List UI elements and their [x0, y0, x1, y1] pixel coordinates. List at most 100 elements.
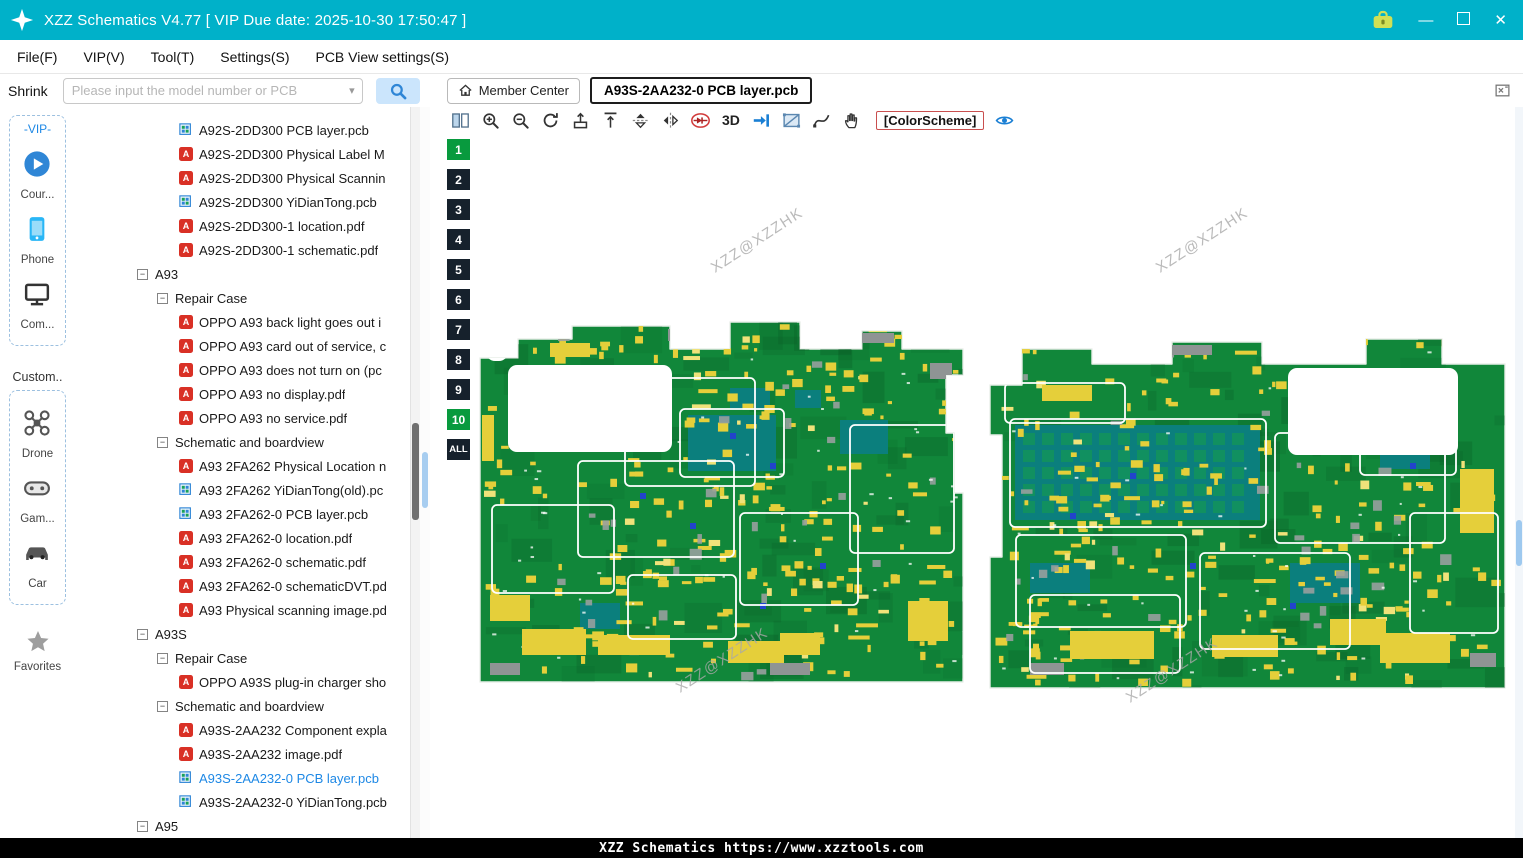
layer-button-4[interactable]: 4	[447, 229, 470, 250]
sidebar-item-favorites[interactable]: Favorites	[0, 629, 75, 673]
close-button[interactable]: ✕	[1494, 13, 1507, 28]
model-search-box[interactable]: ▾	[62, 77, 363, 104]
tree-item-label: OPPO A93 card out of service, c	[199, 338, 387, 354]
menu-item-4[interactable]: PCB View settings(S)	[302, 49, 462, 65]
tree-node[interactable]: − Schematic and boardview	[75, 430, 420, 454]
collapse-toggle-icon[interactable]: −	[157, 700, 168, 712]
3d-toggle[interactable]: 3D	[720, 112, 742, 128]
app-logo-icon	[10, 8, 34, 32]
tree-node[interactable]: − A93S	[75, 622, 420, 646]
minimize-button[interactable]: —	[1418, 13, 1433, 28]
layer-button-3[interactable]: 3	[447, 199, 470, 220]
tree-file-item[interactable]: A A93S-2AA232 Component expla	[75, 718, 420, 742]
sidebar-item-drone[interactable]: Drone	[20, 409, 55, 460]
tree-file-item[interactable]: A92S-2DD300 PCB layer.pcb	[75, 118, 420, 142]
collapse-toggle-icon[interactable]: −	[137, 268, 148, 280]
viewer-scrollbar[interactable]	[1515, 107, 1523, 838]
tree-item-label: A93 2FA262-0 schematic.pdf	[199, 554, 366, 570]
menu-item-1[interactable]: VIP(V)	[70, 49, 137, 65]
tree-file-item[interactable]: A OPPO A93 does not turn on (pc	[75, 358, 420, 382]
tree-file-item[interactable]: A A93 2FA262-0 location.pdf	[75, 526, 420, 550]
tree-file-item[interactable]: A OPPO A93 card out of service, c	[75, 334, 420, 358]
tree-file-item[interactable]: A93S-2AA232-0 YiDianTong.pcb	[75, 790, 420, 814]
tree-file-item[interactable]: A A92S-2DD300-1 schematic.pdf	[75, 238, 420, 262]
tree-file-item[interactable]: A A92S-2DD300 Physical Scannin	[75, 166, 420, 190]
layer-button-7[interactable]: 7	[447, 319, 470, 340]
layer-button-10[interactable]: 10	[447, 409, 470, 430]
vip-safe-icon[interactable]	[1372, 10, 1394, 30]
member-center-button[interactable]: Member Center	[446, 77, 580, 104]
tree-file-item[interactable]: A OPPO A93S plug-in charger sho	[75, 670, 420, 694]
tree-scrollbar-thumb[interactable]	[412, 423, 419, 520]
layer-button-8[interactable]: 8	[447, 349, 470, 370]
tree-node[interactable]: − A95	[75, 814, 420, 838]
flip-horizontal-icon[interactable]	[660, 110, 680, 130]
sidebar-item-cour[interactable]: Cour...	[21, 150, 54, 201]
pan-hand-icon[interactable]	[842, 110, 862, 130]
menu-item-3[interactable]: Settings(S)	[207, 49, 302, 65]
collapse-toggle-icon[interactable]: −	[157, 436, 168, 448]
layer-button-1[interactable]: 1	[447, 139, 470, 160]
tree-node[interactable]: − Schematic and boardview	[75, 694, 420, 718]
tree-item-label: A93 2FA262-0 schematicDVT.pd	[199, 578, 387, 594]
colorscheme-button[interactable]: [ColorScheme]	[875, 110, 985, 130]
collapse-toggle-icon[interactable]: −	[157, 652, 168, 664]
refresh-icon[interactable]	[540, 110, 560, 130]
pcb-canvas[interactable]: XZZ@XZZHK XZZ@XZZHKXZZ@XZZHK XZZ@XZZHK	[430, 133, 1523, 838]
goto-layer-icon[interactable]	[752, 110, 772, 130]
chevron-down-icon[interactable]: ▾	[349, 84, 362, 97]
layer-button-2[interactable]: 2	[447, 169, 470, 190]
tree-file-item[interactable]: A OPPO A93 no display.pdf	[75, 382, 420, 406]
export-up-icon[interactable]	[570, 110, 590, 130]
tree-file-item[interactable]: A A93 Physical scanning image.pd	[75, 598, 420, 622]
tree-file-item[interactable]: A A92S-2DD300-1 location.pdf	[75, 214, 420, 238]
sidebar-item-phone[interactable]: Phone	[21, 215, 55, 266]
tree-file-item[interactable]: A A93 2FA262-0 schematicDVT.pd	[75, 574, 420, 598]
tree-node[interactable]: − A93	[75, 262, 420, 286]
tree-file-item[interactable]: A93S-2AA232-0 PCB layer.pcb	[75, 766, 420, 790]
search-button[interactable]	[375, 77, 420, 104]
zoom-out-icon[interactable]	[510, 110, 530, 130]
visibility-eye-icon[interactable]	[994, 110, 1014, 130]
tree-file-item[interactable]: A93 2FA262 YiDianTong(old).pc	[75, 478, 420, 502]
layer-button-5[interactable]: 5	[447, 259, 470, 280]
maximize-button[interactable]	[1457, 12, 1471, 28]
sidebar-item-car[interactable]: Car	[20, 539, 55, 590]
move-to-top-icon[interactable]	[600, 110, 620, 130]
sidebar-item-com[interactable]: Com...	[21, 280, 55, 331]
tree-scrollbar[interactable]	[410, 107, 420, 838]
tree-file-item[interactable]: A92S-2DD300 YiDianTong.pcb	[75, 190, 420, 214]
tree-file-item[interactable]: A A93 2FA262-0 schematic.pdf	[75, 550, 420, 574]
zoom-in-icon[interactable]	[480, 110, 500, 130]
diode-mode-icon[interactable]	[690, 110, 710, 130]
tree-file-item[interactable]: A A93 2FA262 Physical Location n	[75, 454, 420, 478]
tree-file-item[interactable]: A OPPO A93 back light goes out i	[75, 310, 420, 334]
collapse-toggle-icon[interactable]: −	[137, 628, 148, 640]
tree-file-item[interactable]: A OPPO A93 no service.pdf	[75, 406, 420, 430]
shrink-button[interactable]: Shrink	[8, 83, 48, 99]
open-pcb-tab[interactable]: A93S-2AA232-0 PCB layer.pcb	[590, 77, 813, 104]
splitter-handle[interactable]	[422, 452, 428, 508]
search-input[interactable]	[63, 83, 350, 98]
layer-button-all[interactable]: ALL	[447, 439, 470, 460]
viewer-scrollbar-thumb[interactable]	[1516, 520, 1522, 566]
layer-button-6[interactable]: 6	[447, 289, 470, 310]
split-view-icon[interactable]	[450, 110, 470, 130]
tree-file-item[interactable]: A A92S-2DD300 Physical Label M	[75, 142, 420, 166]
tree-node[interactable]: − Repair Case	[75, 286, 420, 310]
collapse-toggle-icon[interactable]: −	[137, 820, 148, 832]
select-area-icon[interactable]	[782, 110, 802, 130]
tree-node[interactable]: − Repair Case	[75, 646, 420, 670]
collapse-toggle-icon[interactable]: −	[157, 292, 168, 304]
menu-item-2[interactable]: Tool(T)	[138, 49, 208, 65]
panel-splitter[interactable]	[420, 107, 430, 838]
curve-tool-icon[interactable]	[812, 110, 832, 130]
pdf-file-icon: A	[179, 147, 193, 161]
flip-vertical-icon[interactable]	[630, 110, 650, 130]
sidebar-item-gam[interactable]: Gam...	[20, 474, 55, 525]
tree-file-item[interactable]: A A93S-2AA232 image.pdf	[75, 742, 420, 766]
tree-file-item[interactable]: A93 2FA262-0 PCB layer.pcb	[75, 502, 420, 526]
layer-button-9[interactable]: 9	[447, 379, 470, 400]
menu-item-0[interactable]: File(F)	[4, 49, 70, 65]
close-panel-icon[interactable]	[1494, 82, 1523, 99]
